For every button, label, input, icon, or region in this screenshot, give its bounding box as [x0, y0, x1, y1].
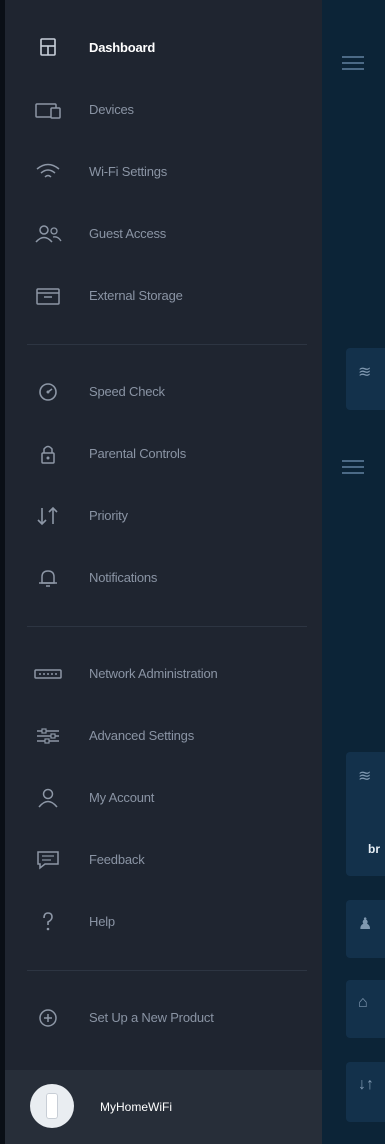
nav-item-network-administration[interactable]: Network Administration	[5, 648, 322, 700]
nav-label: Help	[89, 914, 115, 929]
guest-card[interactable]: ♟	[346, 900, 385, 958]
nav-label: Network Administration	[89, 666, 218, 681]
wifi-card[interactable]: ≋	[346, 348, 385, 410]
nav-label: Notifications	[89, 570, 158, 585]
nav-label: Parental Controls	[89, 446, 187, 461]
menu-icon[interactable]	[342, 56, 364, 70]
nav-item-help[interactable]: Help	[5, 896, 322, 948]
peek-text: br	[368, 842, 380, 856]
guest-access-icon	[33, 222, 63, 246]
nav-item-feedback[interactable]: Feedback	[5, 834, 322, 886]
dashboard-icon	[33, 36, 63, 60]
lock-icon: ⌂	[358, 994, 368, 1011]
divider	[27, 344, 307, 345]
wifi-icon	[33, 160, 63, 184]
devices-icon	[33, 98, 63, 122]
external-storage-icon	[33, 284, 63, 308]
nav-label: Speed Check	[89, 384, 165, 399]
nav-label: Feedback	[89, 852, 145, 867]
nav-item-set-up-new-product[interactable]: Set Up a New Product	[5, 992, 322, 1044]
nav-item-speed-check[interactable]: Speed Check	[5, 366, 322, 418]
navigation-drawer: Dashboard Devices Wi-Fi Settings Guest A…	[5, 0, 322, 1144]
nav-label: Priority	[89, 508, 128, 523]
priority-icon: ↓↑	[358, 1076, 374, 1093]
network-selector[interactable]: MyHomeWiFi	[5, 1070, 322, 1144]
nav-label: My Account	[89, 790, 155, 805]
nav-item-devices[interactable]: Devices	[5, 84, 322, 136]
nav-label: Advanced Settings	[89, 728, 195, 743]
menu-icon[interactable]	[342, 460, 364, 474]
divider	[27, 970, 307, 971]
nav-label: Dashboard	[89, 40, 156, 55]
add-icon	[33, 1006, 63, 1030]
nav-label: Guest Access	[89, 226, 167, 241]
priority-icon	[33, 504, 63, 528]
feedback-icon	[33, 848, 63, 872]
priority-card[interactable]: ↓↑	[346, 1062, 385, 1122]
speed-check-icon	[33, 380, 63, 404]
nav-item-priority[interactable]: Priority	[5, 490, 322, 542]
nav-item-guest-access[interactable]: Guest Access	[5, 208, 322, 260]
nav-item-advanced-settings[interactable]: Advanced Settings	[5, 710, 322, 762]
guest-access-icon: ♟	[358, 916, 373, 933]
bell-icon	[33, 566, 63, 590]
dashboard-background: ≋ ≋ ♟ ⌂ ↓↑	[322, 0, 385, 1144]
user-icon	[33, 786, 63, 810]
router-icon	[30, 1084, 74, 1128]
nav-label: Wi-Fi Settings	[89, 164, 168, 179]
nav-item-parental-controls[interactable]: Parental Controls	[5, 428, 322, 480]
nav-item-wifi-settings[interactable]: Wi-Fi Settings	[5, 146, 322, 198]
help-icon	[33, 910, 63, 934]
network-admin-icon	[33, 662, 63, 686]
nav-item-external-storage[interactable]: External Storage	[5, 270, 322, 322]
parental-controls-icon	[33, 442, 63, 466]
nav-item-my-account[interactable]: My Account	[5, 772, 322, 824]
sliders-icon	[33, 724, 63, 748]
nav-item-notifications[interactable]: Notifications	[5, 552, 322, 604]
network-card[interactable]: ≋	[346, 752, 385, 876]
wifi-icon: ≋	[358, 768, 372, 785]
nav-label: Set Up a New Product	[89, 1010, 214, 1025]
divider	[27, 626, 307, 627]
wifi-icon: ≋	[358, 364, 372, 381]
nav-item-dashboard[interactable]: Dashboard	[5, 22, 322, 74]
nav-label: External Storage	[89, 288, 183, 303]
network-name: MyHomeWiFi	[100, 1100, 172, 1114]
nav-label: Devices	[89, 102, 134, 117]
parental-card[interactable]: ⌂	[346, 980, 385, 1038]
